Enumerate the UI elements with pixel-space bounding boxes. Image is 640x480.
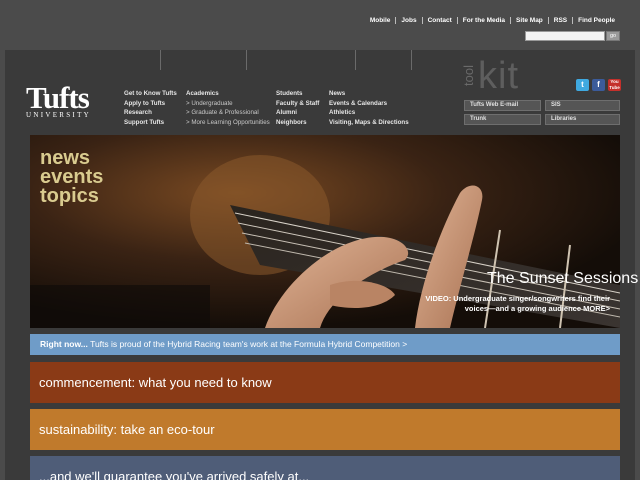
nav-alumni[interactable]: Alumni: [276, 108, 319, 118]
tab-divider: [160, 50, 161, 70]
link-find-people[interactable]: Find People: [572, 17, 620, 24]
right-now-text: Tufts is proud of the Hybrid Racing team…: [90, 339, 408, 349]
panel-tab-dividers: [5, 50, 635, 70]
nav-column-people: Students Faculty & Staff Alumni Neighbor…: [276, 89, 319, 128]
nav-undergraduate[interactable]: > Undergraduate: [186, 99, 270, 109]
nav-news[interactable]: News: [329, 89, 409, 99]
hero-caption[interactable]: VIDEO: Undergraduate singer/songwriters …: [405, 294, 610, 314]
right-now-bar[interactable]: Right now... Tufts is proud of the Hybri…: [30, 334, 620, 355]
toolkit-tool-label: tool: [461, 65, 476, 86]
toolkit-sis-button[interactable]: SIS: [545, 100, 620, 111]
nav-athletics[interactable]: Athletics: [329, 108, 409, 118]
utility-links: Mobile Jobs Contact For the Media Site M…: [365, 17, 620, 24]
nav-support[interactable]: Support Tufts: [124, 118, 177, 128]
logo-wordmark: Tufts: [26, 80, 90, 115]
tufts-logo[interactable]: Tufts UNIVERSITY: [26, 80, 91, 120]
nav-column-news: News Events & Calendars Athletics Visiti…: [329, 89, 409, 128]
nav-faculty-staff[interactable]: Faculty & Staff: [276, 99, 319, 109]
nav-apply[interactable]: Apply to Tufts: [124, 99, 177, 109]
utility-bar: Mobile Jobs Contact For the Media Site M…: [0, 0, 640, 50]
row-commencement[interactable]: commencement: what you need to know: [30, 362, 620, 403]
link-mobile[interactable]: Mobile: [365, 17, 396, 24]
tab-divider: [355, 50, 356, 70]
twitter-icon[interactable]: t: [576, 79, 589, 91]
row-third[interactable]: ...and we'll guarantee you've arrived sa…: [30, 456, 620, 480]
nav-research[interactable]: Research: [124, 108, 177, 118]
link-rss[interactable]: RSS: [547, 17, 572, 24]
link-site-map[interactable]: Site Map: [510, 17, 548, 24]
logo-subtitle: UNIVERSITY: [26, 111, 91, 119]
row-sustainability[interactable]: sustainability: take an eco-tour: [30, 409, 620, 450]
toolkit-trunk-button[interactable]: Trunk: [464, 114, 541, 125]
nav-students[interactable]: Students: [276, 89, 319, 99]
toolkit-kit-label: kit: [478, 55, 519, 97]
nav-column-about: Get to Know Tufts Apply to Tufts Researc…: [124, 89, 177, 128]
nav-events-calendars[interactable]: Events & Calendars: [329, 99, 409, 109]
toolkit-libraries-button[interactable]: Libraries: [545, 114, 620, 125]
link-contact[interactable]: Contact: [421, 17, 457, 24]
hero-title[interactable]: The Sunset Sessions: [487, 270, 638, 288]
nav-visiting[interactable]: Visiting, Maps & Directions: [329, 118, 409, 128]
hero-heading: news events topics: [40, 148, 103, 207]
link-for-the-media[interactable]: For the Media: [456, 17, 510, 24]
link-jobs[interactable]: Jobs: [395, 17, 421, 24]
nav-column-academics: Academics > Undergraduate > Graduate & P…: [186, 89, 270, 128]
search-input[interactable]: [525, 31, 605, 41]
toolkit-web-email-button[interactable]: Tufts Web E-mail: [464, 100, 541, 111]
right-now-label: Right now...: [40, 339, 88, 349]
hero-word-topics: topics: [40, 185, 99, 207]
youtube-icon[interactable]: You Tube: [608, 79, 621, 91]
nav-graduate[interactable]: > Graduate & Professional: [186, 108, 270, 118]
facebook-icon[interactable]: f: [592, 79, 605, 91]
tab-divider: [246, 50, 247, 70]
search-go-button[interactable]: go: [606, 31, 620, 41]
nav-neighbors[interactable]: Neighbors: [276, 118, 319, 128]
tab-divider: [411, 50, 412, 70]
nav-academics[interactable]: Academics: [186, 89, 270, 99]
nav-get-to-know[interactable]: Get to Know Tufts: [124, 89, 177, 99]
nav-more-learning[interactable]: > More Learning Opportunities: [186, 118, 270, 128]
